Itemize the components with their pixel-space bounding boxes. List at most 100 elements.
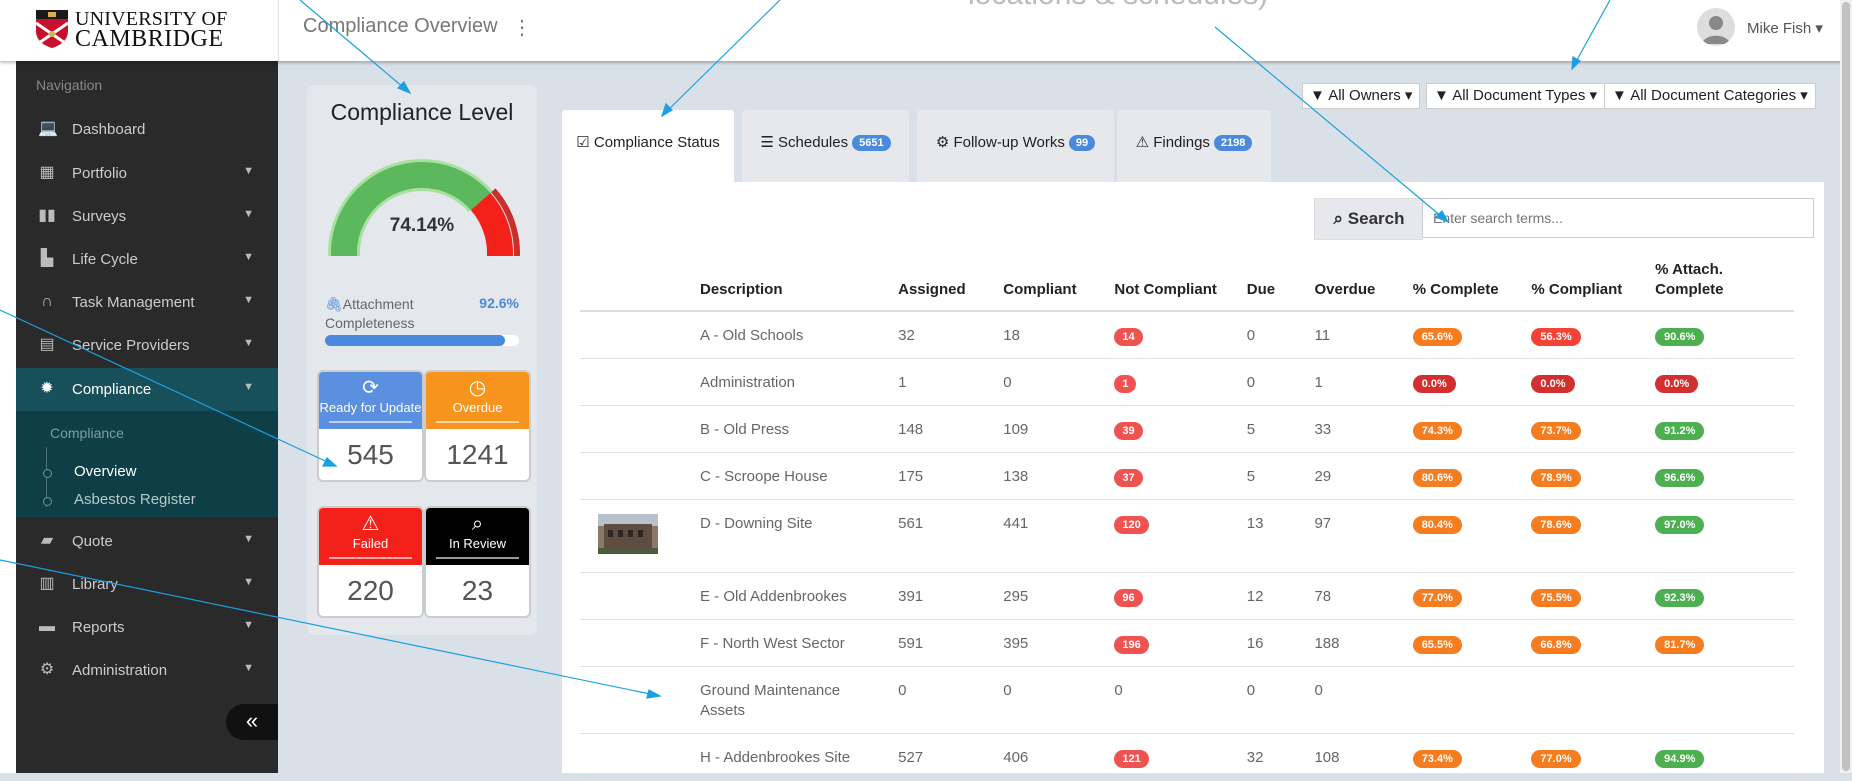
column-header-not-compliant[interactable]: Not Compliant <box>1108 252 1241 312</box>
description-cell[interactable]: Administration <box>693 358 893 406</box>
description-cell[interactable]: A - Old Schools <box>693 311 893 359</box>
university-logo[interactable]: UNIVERSITY OF CAMBRIDGE <box>35 8 280 53</box>
percent-compliant-cell: 78.6% <box>1525 499 1650 573</box>
description-cell[interactable]: C - Scroope House <box>693 452 893 500</box>
percent-compliant-cell: 77.0% <box>1525 733 1650 781</box>
percent-attach-badge: 97.0% <box>1655 516 1705 534</box>
description-cell[interactable]: D - Downing Site <box>693 499 893 573</box>
table-row[interactable]: Administration 1 0 1 0 1 0.0% 0.0% 0.0% <box>580 358 1794 406</box>
compliance-submenu: Compliance Overview Asbestos Register <box>16 411 278 517</box>
table-row[interactable]: Ground Maintenance Assets 0 0 0 0 0 <box>580 666 1794 734</box>
sidebar-item-label: Quote <box>72 533 113 550</box>
column-header-overdue[interactable]: Overdue <box>1308 252 1407 312</box>
thumbnail-cell <box>580 452 694 500</box>
description-cell[interactable]: E - Old Addenbrookes <box>693 572 893 620</box>
tab-content: ⚙ Follow-up Works 99 <box>917 133 1114 151</box>
tab-compliance-status[interactable]: ☑ Compliance Status <box>562 110 734 182</box>
sidebar-item-reports[interactable]: ▬ Reports ▼ <box>16 606 278 649</box>
sidebar-item-compliance[interactable]: ✹ Compliance ▼ <box>16 368 278 411</box>
column-header-compliant[interactable]: Compliant <box>997 252 1109 312</box>
page-scrollbar[interactable] <box>1840 0 1852 773</box>
sidebar-item-portfolio[interactable]: ▦ Portfolio ▼ <box>16 152 278 195</box>
document-categories-filter[interactable]: ▼ All Document Categories ▾ <box>1604 83 1816 109</box>
compliant-cell: 395 <box>997 619 1109 667</box>
percent-attach-badge: 90.6% <box>1655 328 1705 346</box>
tab-findings[interactable]: ⚠ Findings 2198 <box>1117 110 1271 182</box>
submenu-item-asbestos-register[interactable]: Asbestos Register <box>74 491 196 508</box>
percent-complete-cell: 77.0% <box>1406 572 1526 620</box>
description-cell[interactable]: B - Old Press <box>693 405 893 453</box>
sidebar-item-task-management[interactable]: ∩ Task Management ▼ <box>16 281 278 324</box>
description-cell[interactable]: H - Addenbrookes Site <box>693 733 893 781</box>
scrollbar-thumb[interactable] <box>1842 2 1850 771</box>
search-icon: ⌕ <box>471 513 484 535</box>
user-menu[interactable]: Mike Fish ▾ <box>1697 8 1823 48</box>
tile-in-review[interactable]: ⌕ In Review 23 <box>424 506 531 618</box>
column-header-due[interactable]: Due <box>1240 252 1309 312</box>
laptop-icon: 💻 <box>38 120 58 137</box>
description-cell[interactable]: F - North West Sector <box>693 619 893 667</box>
percent-compliant-cell: 0.0% <box>1525 358 1650 406</box>
table-row[interactable]: A - Old Schools 32 18 14 0 11 65.6% 56.3% 90.6% <box>580 311 1794 359</box>
search-button[interactable]: ⌕ Search <box>1314 198 1423 240</box>
not-compliant-count-badge: 37 <box>1114 469 1143 487</box>
description-cell[interactable]: Ground Maintenance Assets <box>693 666 893 734</box>
collapse-sidebar-button[interactable]: « <box>226 704 278 740</box>
annotation-caption: locations & schedules) <box>968 0 1268 12</box>
not-compliant-cell: 37 <box>1108 452 1241 500</box>
kebab-menu-icon[interactable]: ⋮ <box>512 15 532 40</box>
due-cell: 0 <box>1240 311 1309 359</box>
sidebar-item-quote[interactable]: ▰ Quote ▼ <box>16 520 278 563</box>
sidebar-item-service-providers[interactable]: ▤ Service Providers ▼ <box>16 324 278 367</box>
briefcase-icon: ▰ <box>40 532 54 549</box>
column-header-complete[interactable]: % Complete <box>1406 252 1526 312</box>
sidebar-item-surveys[interactable]: ▮▮ Surveys ▼ <box>16 195 278 238</box>
attachment-progress-fill <box>325 335 505 346</box>
tile-overdue[interactable]: ◷ Overdue 1241 <box>424 370 531 482</box>
not-compliant-cell: 120 <box>1108 499 1241 573</box>
percent-attach-cell: 97.0% <box>1649 499 1794 573</box>
thumbnail-cell <box>580 733 694 781</box>
assigned-cell: 175 <box>892 452 998 500</box>
headset-icon: ∩ <box>41 293 53 310</box>
tab-follow-up-works[interactable]: ⚙ Follow-up Works 99 <box>917 110 1114 182</box>
percent-compliant-cell: 56.3% <box>1525 311 1650 359</box>
table-header-row: Description Assigned Compliant Not Complian… <box>580 252 1794 312</box>
table-row[interactable]: D - Downing Site 561 441 120 13 97 80.4% 78.6% 9… <box>580 499 1794 573</box>
tile-progress <box>436 421 519 423</box>
percent-attach-cell: 0.0% <box>1649 358 1794 406</box>
assigned-cell: 391 <box>892 572 998 620</box>
sidebar-item-dashboard[interactable]: 💻 Dashboard <box>16 108 278 151</box>
submenu-item-overview[interactable]: Overview <box>74 463 137 480</box>
assigned-cell: 527 <box>892 733 998 781</box>
table-row[interactable]: F - North West Sector 591 395 196 16 188 65.5%… <box>580 619 1794 667</box>
table-row[interactable]: C - Scroope House 175 138 37 5 29 80.6% 78.9% 96… <box>580 452 1794 500</box>
not-compliant-count-badge: 14 <box>1114 328 1143 346</box>
column-header-attach-complete[interactable]: % Attach. Complete <box>1649 252 1794 312</box>
column-header-compliant[interactable]: % Compliant <box>1525 252 1650 312</box>
tab-schedules[interactable]: ☰ Schedules 5651 <box>742 110 909 182</box>
column-header-assigned[interactable]: Assigned <box>892 252 998 312</box>
search-input[interactable] <box>1422 198 1814 238</box>
sidebar-item-label: Administration <box>72 662 168 679</box>
tile-failed[interactable]: ⚠ Failed 220 <box>317 506 424 618</box>
document-types-filter[interactable]: ▼ All Document Types ▾ <box>1426 83 1606 109</box>
sidebar-item-life-cycle[interactable]: ▙ Life Cycle ▼ <box>16 238 278 281</box>
table-row[interactable]: B - Old Press 148 109 39 5 33 74.3% 73.7% 91.2% <box>580 405 1794 453</box>
column-header-description[interactable]: Description <box>693 252 893 312</box>
sidebar-item-administration[interactable]: ⚙ Administration ▼ <box>16 649 278 692</box>
tab-content: ☰ Schedules 5651 <box>742 133 909 151</box>
owners-filter[interactable]: ▼ All Owners ▾ <box>1302 83 1421 109</box>
sidebar-item-label: Service Providers <box>72 337 190 354</box>
id-card-icon: ▤ <box>39 336 55 353</box>
sidebar-item-library[interactable]: ▥ Library ▼ <box>16 563 278 606</box>
tile-ready-for-update[interactable]: ⟳ Ready for Update 545 <box>317 370 424 482</box>
filter-bar: ▼ All Owners ▾ ▼ All Document Types ▾ ▼ … <box>1302 83 1816 109</box>
percent-complete-cell: 65.5% <box>1406 619 1526 667</box>
user-name: Mike Fish ▾ <box>1747 20 1823 37</box>
compliant-cell: 295 <box>997 572 1109 620</box>
percent-attach-cell <box>1649 666 1794 734</box>
table-row[interactable]: H - Addenbrookes Site 527 406 121 32 108 73.4%… <box>580 733 1794 781</box>
not-compliant-cell: 121 <box>1108 733 1241 781</box>
table-row[interactable]: E - Old Addenbrookes 391 295 96 12 78 77.0% 75.… <box>580 572 1794 620</box>
